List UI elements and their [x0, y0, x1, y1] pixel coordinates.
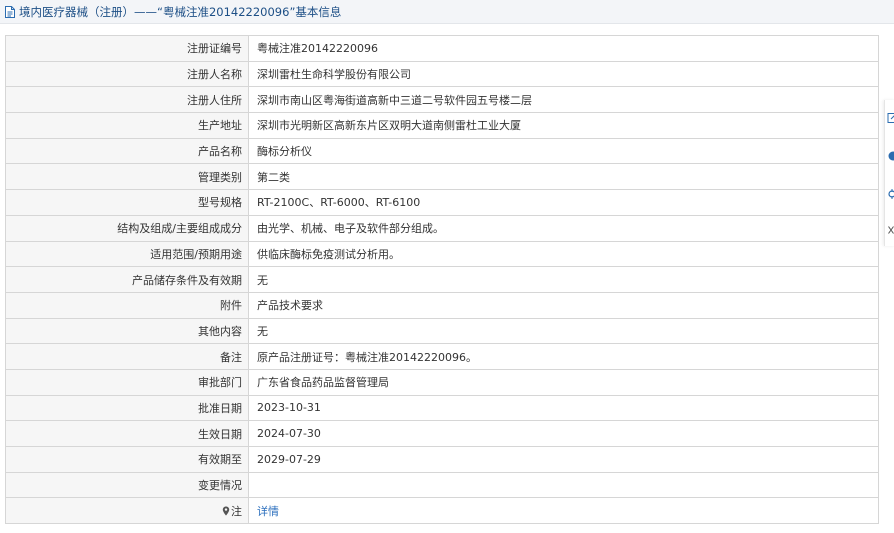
row-label: 附件 [5, 291, 249, 319]
share-icon[interactable] [887, 188, 894, 200]
row-label: 产品储存条件及有效期 [5, 266, 249, 293]
table-row: 其他内容 无 [5, 317, 879, 345]
row-value: 广东省食品药品监督管理局 [248, 368, 879, 396]
table-row: 适用范围/预期用途 供临床酶标免疫测试分析用。 [5, 240, 879, 268]
row-label: 注册人住所 [5, 86, 249, 114]
row-value: 无 [248, 266, 879, 293]
row-value: 深圳市南山区粤海街道高新中三道二号软件园五号楼二层 [248, 86, 879, 114]
row-label-note: 注 [5, 497, 249, 525]
table-row: 管理类别 第二类 [5, 163, 879, 191]
row-label: 备注 [5, 343, 249, 370]
row-label: 管理类别 [5, 163, 249, 191]
registration-info-table: 注册证编号 粤械注准20142220096 注册人名称 深圳雷杜生命科学股份有限… [5, 35, 879, 525]
row-value: 深圳市光明新区高新东片区双明大道南侧雷杜工业大厦 [248, 112, 879, 139]
close-icon[interactable] [887, 224, 894, 236]
table-row: 附件 产品技术要求 [5, 291, 879, 319]
row-value: 第二类 [248, 163, 879, 191]
row-value [248, 471, 879, 499]
table-row: 产品名称 酶标分析仪 [5, 137, 879, 165]
row-value: 产品技术要求 [248, 291, 879, 319]
row-label: 有效期至 [5, 446, 249, 473]
map-pin-icon [222, 506, 230, 516]
table-row: 审批部门 广东省食品药品监督管理局 [5, 368, 879, 396]
row-label: 其他内容 [5, 317, 249, 345]
details-link[interactable]: 详情 [257, 505, 279, 518]
row-value: RT-2100C、RT-6000、RT-6100 [248, 189, 879, 216]
row-value: 无 [248, 317, 879, 345]
row-value: 酶标分析仪 [248, 137, 879, 165]
table-row: 注 详情 [5, 497, 879, 525]
table-row: 生效日期 2024-07-30 [5, 420, 879, 447]
table-row: 生产地址 深圳市光明新区高新东片区双明大道南侧雷杜工业大厦 [5, 112, 879, 139]
table-row: 备注 原产品注册证号：粤械注准20142220096。 [5, 343, 879, 370]
table-row: 型号规格 RT-2100C、RT-6000、RT-6100 [5, 189, 879, 216]
table-row: 结构及组成/主要组成成分 由光学、机械、电子及软件部分组成。 [5, 214, 879, 242]
table-row: 注册人住所 深圳市南山区粤海街道高新中三道二号软件园五号楼二层 [5, 86, 879, 114]
row-label: 变更情况 [5, 471, 249, 499]
row-label: 批准日期 [5, 394, 249, 422]
note-label: 注 [231, 504, 242, 518]
row-value: 深圳雷杜生命科学股份有限公司 [248, 60, 879, 88]
edit-icon[interactable] [887, 112, 894, 124]
row-label: 注册人名称 [5, 60, 249, 88]
table-row: 产品储存条件及有效期 无 [5, 266, 879, 293]
row-label: 产品名称 [5, 137, 249, 165]
row-label: 审批部门 [5, 368, 249, 396]
document-icon [3, 5, 17, 19]
row-label: 结构及组成/主要组成成分 [5, 214, 249, 242]
row-label: 适用范围/预期用途 [5, 240, 249, 268]
table-row: 有效期至 2029-07-29 [5, 446, 879, 473]
row-label: 生效日期 [5, 420, 249, 447]
row-value: 2024-07-30 [248, 420, 879, 447]
row-value: 2029-07-29 [248, 446, 879, 473]
row-value: 供临床酶标免疫测试分析用。 [248, 240, 879, 268]
row-value: 由光学、机械、电子及软件部分组成。 [248, 214, 879, 242]
table-row: 注册证编号 粤械注准20142220096 [5, 35, 879, 62]
row-value: 详情 [248, 497, 879, 525]
row-value: 原产品注册证号：粤械注准20142220096。 [248, 343, 879, 370]
page-title: 境内医疗器械（注册）——“粤械注准20142220096”基本信息 [19, 4, 342, 19]
table-row: 注册人名称 深圳雷杜生命科学股份有限公司 [5, 60, 879, 88]
row-label: 生产地址 [5, 112, 249, 139]
row-label: 注册证编号 [5, 35, 249, 62]
table-row: 变更情况 [5, 471, 879, 499]
table-row: 批准日期 2023-10-31 [5, 394, 879, 422]
side-toolbar [884, 100, 894, 246]
row-label: 型号规格 [5, 189, 249, 216]
row-value: 粤械注准20142220096 [248, 35, 879, 62]
page-header: 境内医疗器械（注册）——“粤械注准20142220096”基本信息 [0, 0, 894, 24]
row-value: 2023-10-31 [248, 394, 879, 422]
circle-icon[interactable] [887, 150, 894, 162]
